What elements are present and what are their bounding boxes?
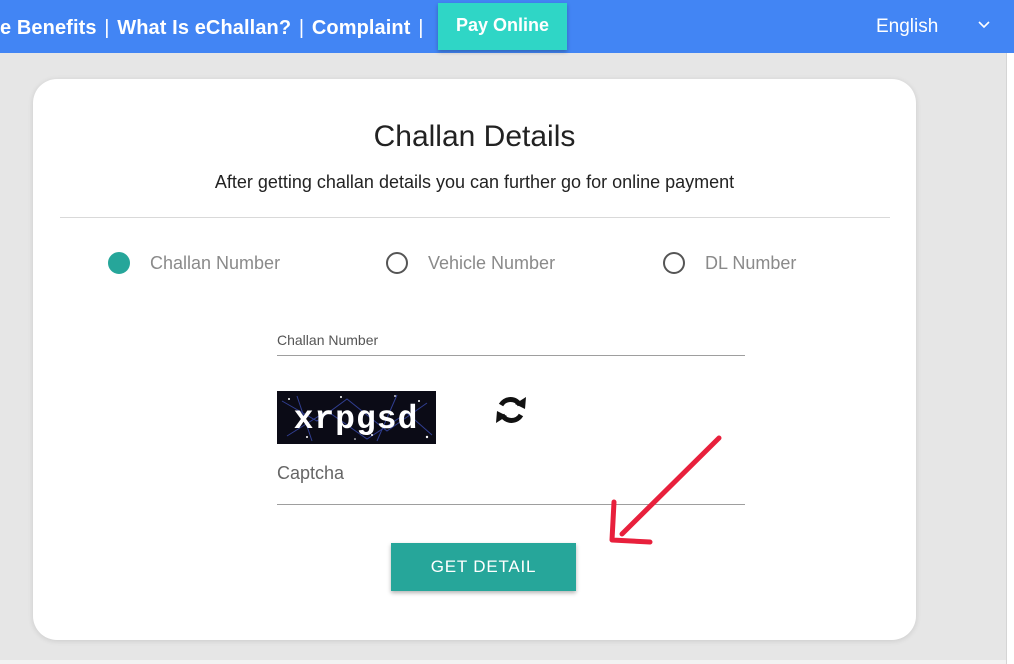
radio-label-challan-number: Challan Number (150, 252, 281, 273)
page-bottom-edge (0, 660, 1006, 664)
page-title: Challan Details (373, 120, 576, 153)
nav-link-what-is-echallan[interactable]: What Is eChallan? (117, 17, 291, 39)
pay-online-label: Pay Online (455, 14, 550, 35)
radio-unselected-icon[interactable] (663, 252, 685, 274)
challan-number-input[interactable]: Challan Number (277, 327, 745, 356)
radio-selected-icon[interactable] (108, 252, 130, 274)
captcha-text: xrpgsd (294, 401, 419, 438)
radio-dl-number[interactable]: DL Number (663, 251, 796, 275)
nav-separator: | (104, 17, 110, 39)
radio-challan-number[interactable]: Challan Number (108, 251, 280, 275)
chevron-down-icon[interactable] (977, 19, 991, 31)
page-subtitle: After getting challan details you can fu… (214, 172, 735, 192)
pay-online-button[interactable]: Pay Online (438, 3, 567, 50)
language-select[interactable]: English (876, 16, 938, 38)
nav-links: e Benefits | What Is eChallan? | Complai… (0, 17, 425, 40)
captcha-placeholder: Captcha (277, 463, 345, 483)
captcha-image: xrpgsd (277, 391, 436, 444)
get-detail-button[interactable]: GET DETAIL (391, 543, 576, 591)
radio-label-dl-number: DL Number (705, 252, 797, 273)
challan-number-placeholder: Challan Number (277, 332, 379, 348)
nav-separator: | (418, 17, 424, 39)
top-nav-bar: e Benefits | What Is eChallan? | Complai… (0, 0, 1014, 53)
challan-details-card: Challan Details After getting challan de… (33, 79, 916, 640)
radio-unselected-icon[interactable] (386, 252, 408, 274)
nav-link-complaint[interactable]: Complaint (312, 17, 411, 39)
annotation-arrow (609, 435, 722, 545)
scrollbar-track[interactable] (1006, 53, 1014, 664)
radio-label-vehicle-number: Vehicle Number (428, 252, 556, 273)
nav-link-benefits[interactable]: e Benefits (0, 17, 97, 39)
refresh-icon[interactable] (494, 393, 528, 427)
nav-separator: | (298, 17, 305, 39)
radio-vehicle-number[interactable]: Vehicle Number (386, 251, 555, 275)
divider (60, 217, 890, 218)
